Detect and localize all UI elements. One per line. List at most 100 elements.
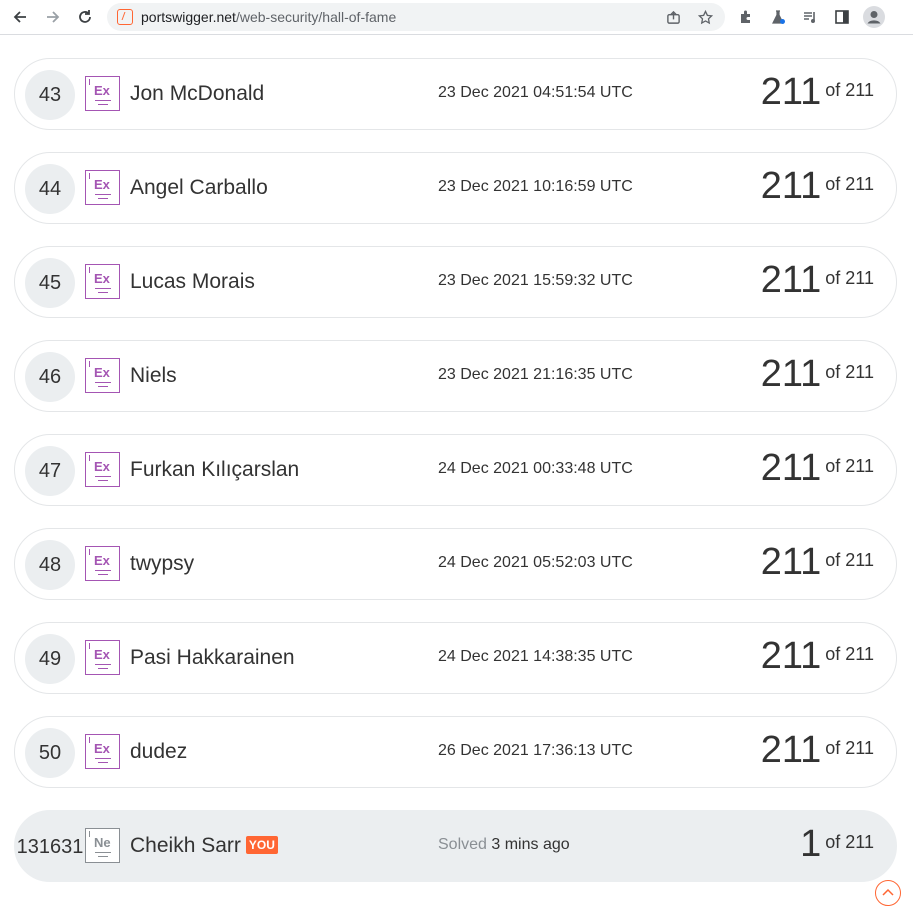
url-path: /web-security/hall-of-fame (235, 9, 397, 25)
badge-symbol: Ex (94, 647, 110, 662)
star-icon (697, 9, 713, 24)
solved-label: Solved (438, 836, 487, 853)
newbie-badge-icon: Ne (85, 828, 120, 863)
arrow-right-icon (47, 11, 60, 23)
rank-number: 45 (25, 258, 75, 308)
list-item: 45 Ex Lucas Morais 23 Dec 2021 15:59:32 … (14, 246, 897, 318)
expert-badge-icon: Ex (85, 170, 120, 205)
score: 211 of 211 (761, 729, 874, 772)
user-name: Lucas Morais (130, 270, 255, 293)
list-item: 44 Ex Angel Carballo 23 Dec 2021 10:16:5… (14, 152, 897, 224)
list-item: 47 Ex Furkan Kılıçarslan 24 Dec 2021 00:… (14, 434, 897, 506)
score: 211 of 211 (761, 447, 874, 490)
back-button[interactable] (8, 5, 32, 29)
completion-date: 24 Dec 2021 14:38:35 UTC (438, 648, 633, 665)
completion-date: 24 Dec 2021 05:52:03 UTC (438, 554, 633, 571)
badge-symbol: Ne (94, 835, 111, 850)
completion-date: 23 Dec 2021 21:16:35 UTC (438, 366, 633, 383)
expert-badge-icon: Ex (85, 76, 120, 111)
user-name: twypsy (130, 552, 195, 575)
rank-number: 47 (25, 446, 75, 496)
score-total: of 211 (825, 550, 874, 570)
arrow-left-icon (13, 11, 26, 23)
side-panel-icon (835, 10, 849, 24)
user-name: Jon McDonald (130, 82, 265, 105)
extensions-button[interactable] (734, 5, 758, 29)
score-solved: 1 (800, 823, 822, 865)
current-user-row: 131631 Ne Cheikh Sarr YOU Solved 3 mins a… (14, 810, 897, 882)
share-icon (666, 10, 680, 24)
browser-toolbar: portswigger.net/web-security/hall-of-fam… (0, 0, 913, 35)
expert-badge-icon: Ex (85, 358, 120, 393)
score-total: of 211 (825, 80, 874, 100)
user-name: Angel Carballo (130, 176, 268, 199)
forward-button[interactable] (41, 5, 65, 29)
list-item: 43 Ex Jon McDonald 23 Dec 2021 04:51:54 … (14, 58, 897, 130)
list-item: 48 Ex twypsy 24 Dec 2021 05:52:03 UTC 21… (14, 528, 897, 600)
playlist-icon (804, 12, 815, 23)
score-solved: 211 (760, 447, 822, 489)
score-solved: 211 (760, 541, 822, 583)
score-total: of 211 (825, 174, 874, 194)
score-solved: 211 (760, 635, 822, 677)
badge-symbol: Ex (94, 553, 110, 568)
score-total: of 211 (825, 644, 874, 664)
expert-badge-icon: Ex (85, 734, 120, 769)
scroll-to-top-button[interactable] (875, 880, 901, 906)
profile-button[interactable] (862, 5, 886, 29)
expert-badge-icon: Ex (85, 546, 120, 581)
solved-time: Solved 3 mins ago (438, 836, 570, 854)
completion-date: 26 Dec 2021 17:36:13 UTC (438, 742, 633, 759)
badge-symbol: Ex (94, 365, 110, 380)
badge-symbol: Ex (94, 83, 110, 98)
bookmark-button[interactable] (695, 7, 715, 27)
url-text: portswigger.net/web-security/hall-of-fam… (141, 9, 396, 25)
score-solved: 211 (760, 259, 822, 301)
share-button[interactable] (663, 7, 683, 27)
address-bar[interactable]: portswigger.net/web-security/hall-of-fam… (107, 3, 725, 31)
score-total: of 211 (825, 268, 874, 288)
score-total: of 211 (825, 832, 874, 852)
list-item: 49 Ex Pasi Hakkarainen 24 Dec 2021 14:38… (14, 622, 897, 694)
score-total: of 211 (825, 362, 874, 382)
hall-of-fame-list: 43 Ex Jon McDonald 23 Dec 2021 04:51:54 … (0, 36, 913, 922)
score: 211 of 211 (761, 259, 874, 302)
chevron-up-icon (882, 888, 894, 896)
expert-badge-icon: Ex (85, 452, 120, 487)
score: 211 of 211 (761, 165, 874, 208)
reload-button[interactable] (73, 5, 97, 29)
completion-date: 23 Dec 2021 15:59:32 UTC (438, 272, 633, 289)
avatar-icon (863, 6, 885, 28)
labs-button[interactable] (766, 5, 790, 29)
badge-symbol: Ex (94, 271, 110, 286)
badge-symbol: Ex (94, 459, 110, 474)
media-control-button[interactable] (798, 5, 822, 29)
side-panel-button[interactable] (830, 5, 854, 29)
rank-number: 43 (25, 70, 75, 120)
solved-time-value: 3 mins ago (491, 836, 570, 853)
url-domain: portswigger.net (141, 9, 236, 25)
user-name: dudez (130, 740, 188, 763)
score: 211 of 211 (761, 541, 874, 584)
score-total: of 211 (825, 456, 874, 476)
completion-date: 23 Dec 2021 04:51:54 UTC (438, 84, 633, 101)
flask-icon (772, 10, 785, 24)
badge-symbol: Ex (94, 741, 110, 756)
expert-badge-icon: Ex (85, 264, 120, 299)
score-solved: 211 (760, 353, 822, 395)
score-solved: 211 (760, 71, 822, 113)
badge-symbol: Ex (94, 177, 110, 192)
puzzle-icon (741, 10, 750, 23)
score: 211 of 211 (761, 635, 874, 678)
score-solved: 211 (760, 729, 822, 771)
score-total: of 211 (825, 738, 874, 758)
list-item: 46 Ex Niels 23 Dec 2021 21:16:35 UTC 211… (14, 340, 897, 412)
completion-date: 23 Dec 2021 10:16:59 UTC (438, 178, 633, 195)
score: 211 of 211 (761, 71, 874, 114)
score: 1 of 211 (800, 823, 874, 866)
score-solved: 211 (760, 165, 822, 207)
you-badge: YOU (245, 836, 278, 854)
site-favicon-icon (117, 9, 133, 25)
reload-icon (79, 10, 91, 23)
user-name-text: Cheikh Sarr (130, 834, 241, 857)
